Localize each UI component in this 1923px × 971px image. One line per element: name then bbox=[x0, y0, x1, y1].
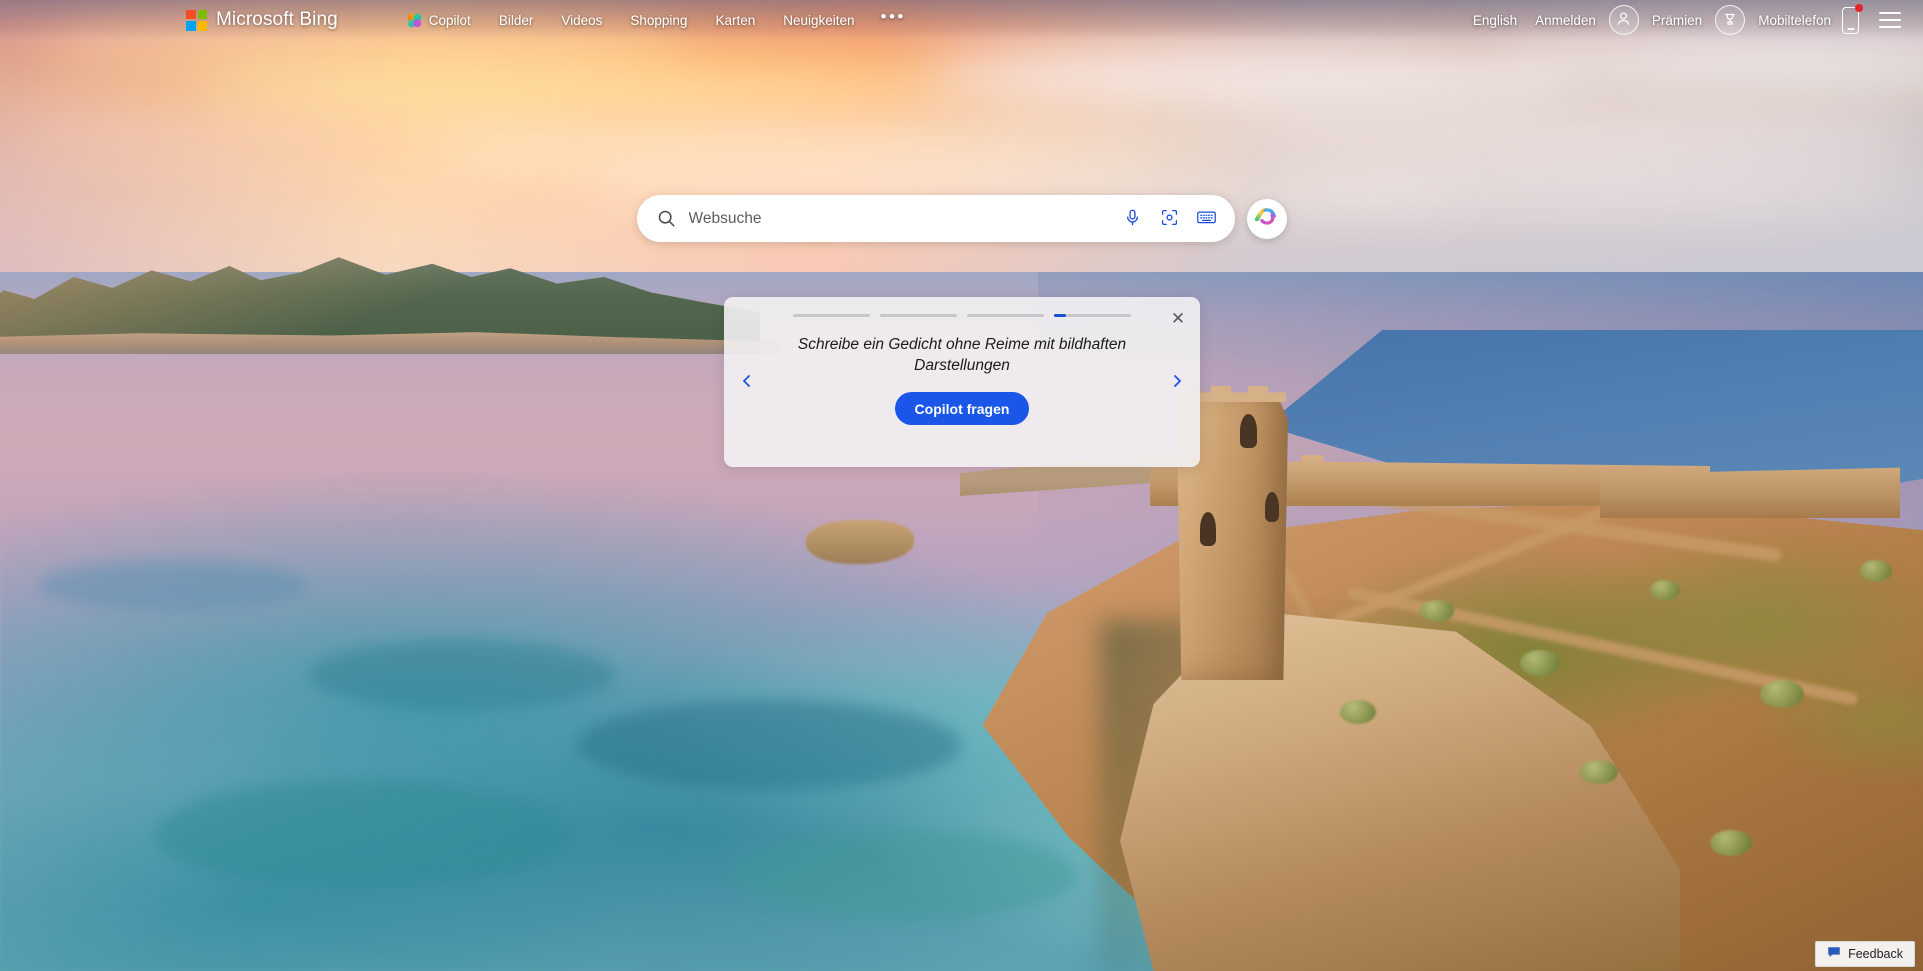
main-nav: Copilot Bilder Videos Shopping Karten Ne… bbox=[393, 5, 918, 35]
copilot-launch-button[interactable] bbox=[1246, 198, 1287, 239]
ask-copilot-button[interactable]: Copilot fragen bbox=[894, 392, 1030, 426]
rewards-button[interactable] bbox=[1715, 5, 1746, 35]
hamburger-menu-icon[interactable] bbox=[1879, 12, 1901, 28]
feedback-button[interactable]: Feedback bbox=[1815, 941, 1915, 967]
brand-title: Microsoft Bing bbox=[216, 9, 338, 30]
keyboard-icon bbox=[1196, 208, 1217, 229]
rewards-link[interactable]: Prämien bbox=[1643, 7, 1711, 34]
carousel-progress bbox=[793, 314, 1131, 317]
carousel-prev-button[interactable] bbox=[734, 367, 760, 397]
mobile-link[interactable]: Mobiltelefon bbox=[1749, 7, 1840, 34]
search-input[interactable] bbox=[688, 209, 1117, 228]
search-area bbox=[636, 195, 1287, 242]
top-navigation-bar: Microsoft Bing Copilot Bilder Videos Sho… bbox=[0, 0, 1923, 40]
nav-item-shopping[interactable]: Shopping bbox=[616, 7, 701, 34]
chevron-left-icon bbox=[739, 373, 755, 392]
search-actions bbox=[1117, 203, 1223, 235]
person-icon bbox=[1614, 9, 1633, 31]
nav-label: Bilder bbox=[498, 12, 534, 28]
search-icon bbox=[657, 209, 676, 228]
close-icon[interactable]: ✕ bbox=[1166, 306, 1190, 330]
mobile-phone-button[interactable] bbox=[1842, 3, 1863, 34]
feedback-bubble-icon bbox=[1827, 946, 1841, 962]
carousel-next-button[interactable] bbox=[1164, 367, 1190, 397]
sky-region bbox=[0, 0, 1923, 300]
feedback-label: Feedback bbox=[1848, 947, 1903, 961]
nav-label: Karten bbox=[715, 12, 756, 28]
ellipsis-icon[interactable]: ••• bbox=[869, 5, 918, 35]
nav-label: Copilot bbox=[428, 12, 471, 28]
microphone-icon bbox=[1123, 208, 1142, 230]
copilot-suggestion-card: ✕ Schreibe ein Gedicht ohne Reime mit bi… bbox=[724, 297, 1200, 467]
nav-label: Neuigkeiten bbox=[783, 12, 855, 28]
suggestion-prompt-text: Schreibe ein Gedicht ohne Reime mit bild… bbox=[797, 336, 1127, 374]
nav-label: Videos bbox=[561, 12, 603, 28]
nav-item-videos[interactable]: Videos bbox=[547, 7, 616, 34]
keyboard-input-button[interactable] bbox=[1191, 203, 1223, 235]
microsoft-logo-icon bbox=[186, 9, 207, 31]
voice-search-button[interactable] bbox=[1117, 203, 1149, 235]
copilot-icon bbox=[1254, 204, 1279, 234]
copilot-icon bbox=[407, 13, 422, 28]
progress-segment[interactable] bbox=[793, 314, 870, 317]
progress-segment-active[interactable] bbox=[1054, 314, 1131, 317]
nav-item-karten[interactable]: Karten bbox=[701, 7, 769, 34]
sign-in-link[interactable]: Anmelden bbox=[1526, 7, 1605, 34]
account-button[interactable] bbox=[1608, 5, 1639, 35]
progress-segment[interactable] bbox=[967, 314, 1044, 317]
background-image bbox=[0, 0, 1923, 971]
progress-segment[interactable] bbox=[880, 314, 957, 317]
chevron-right-icon bbox=[1169, 373, 1185, 392]
nav-item-neuigkeiten[interactable]: Neuigkeiten bbox=[769, 7, 868, 34]
nav-item-copilot[interactable]: Copilot bbox=[393, 7, 485, 34]
visual-search-button[interactable] bbox=[1154, 203, 1186, 235]
bing-logo-link[interactable]: Microsoft Bing bbox=[186, 9, 338, 31]
nav-item-bilder[interactable]: Bilder bbox=[485, 7, 548, 34]
header-right-zone: English Anmelden Prämien Mobiltelefon bbox=[1464, 3, 1923, 35]
language-selector[interactable]: English bbox=[1464, 7, 1526, 34]
visual-search-icon bbox=[1160, 208, 1179, 230]
nav-label: Shopping bbox=[630, 12, 688, 28]
search-box[interactable] bbox=[636, 195, 1235, 242]
notification-badge bbox=[1855, 3, 1863, 12]
rewards-medal-icon bbox=[1721, 10, 1739, 31]
